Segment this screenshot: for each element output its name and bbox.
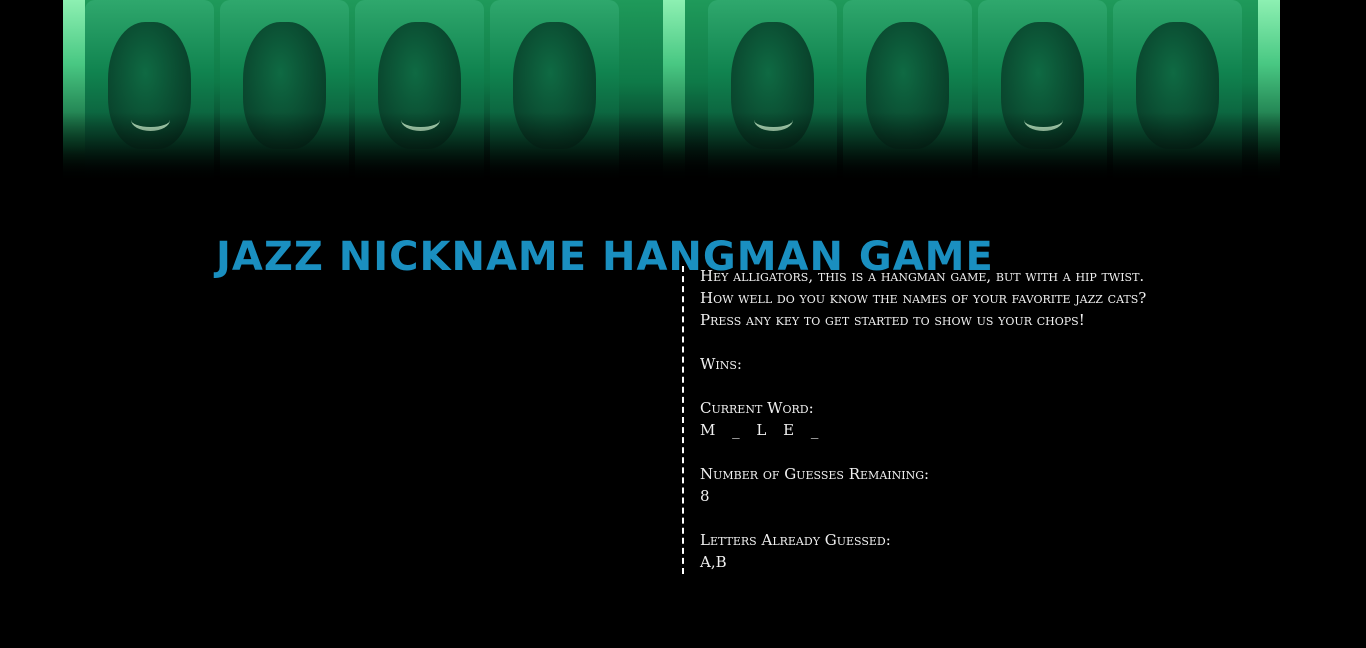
letters-guessed-label: Letters Already Guessed:: [700, 531, 891, 549]
banner-image: [63, 0, 1280, 182]
banner-fade: [63, 112, 1280, 182]
wins-label-text: Wins:: [700, 355, 742, 373]
current-word-label: Current Word:: [700, 399, 814, 417]
guesses-remaining-label: Number of Guesses Remaining:: [700, 465, 930, 483]
dashed-divider: [682, 266, 684, 574]
game-info-panel: Hey alligators, this is a hangman game, …: [700, 265, 1300, 573]
intro-line-2: How well do you know the names of your f…: [700, 289, 1147, 307]
guesses-remaining-value: 8: [700, 487, 710, 505]
intro-line-1: Hey alligators, this is a hangman game, …: [700, 267, 1145, 285]
intro-line-3: Press any key to get started to show us …: [700, 311, 1085, 329]
current-word: M _ L E _: [700, 421, 825, 439]
letters-guessed-value: A,B: [700, 553, 727, 571]
wins-label: Wins:: [700, 353, 1300, 375]
